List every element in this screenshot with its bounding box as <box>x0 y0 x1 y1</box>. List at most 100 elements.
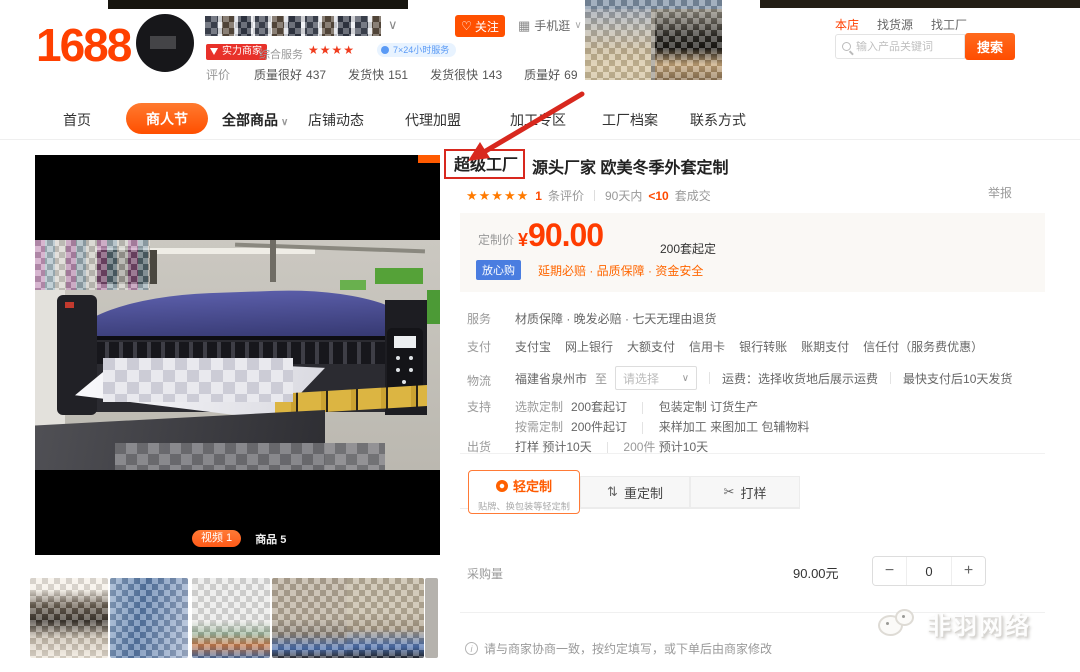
rating-label: 发货快 <box>348 68 384 82</box>
panel-button <box>402 380 406 384</box>
price-value: 90.00 <box>528 217 603 253</box>
search-icon <box>842 42 851 51</box>
mobile-browse[interactable]: ▦ 手机逛 ∨ <box>518 17 582 34</box>
pay-method[interactable]: 账期支付 <box>801 338 849 355</box>
negotiation-note: i 请与商家协商一致，按约定填写，或下单后由商家修改 <box>465 640 772 657</box>
panel-button <box>409 368 413 372</box>
tab-heavy-custom[interactable]: ⇅ 重定制 <box>580 476 690 508</box>
rating-label: 质量很好 <box>254 68 302 82</box>
pay-method[interactable]: 支付宝 <box>515 338 551 355</box>
main-product-video[interactable]: 视频 1 商品 5 <box>35 155 440 555</box>
store-ratings-row: 评价 质量很好437 发货快151 发货很快143 质量好69 <box>206 66 578 83</box>
destination-select[interactable]: 请选择 ∨ <box>615 366 697 390</box>
video-badge[interactable]: 视频 1 <box>192 530 241 547</box>
support-val: 200件起订 <box>571 420 627 434</box>
rating-count: 69 <box>564 68 577 82</box>
watermark: 非羽网络 <box>878 606 1031 641</box>
ship-to-label: 至 <box>595 370 607 387</box>
dispatch-info: 最快支付后10天发货 <box>903 370 1012 387</box>
deal-count: <10 <box>648 189 668 203</box>
sample-time: 预计10天 <box>542 440 591 454</box>
top-edge-strip <box>108 0 408 9</box>
nav-shop-updates[interactable]: 店铺动态 <box>308 110 364 130</box>
report-link[interactable]: 举报 <box>988 184 1012 201</box>
support-line-1: 选款定制 200套起订 包装定制 订货生产 <box>515 398 758 415</box>
info-icon: i <box>465 642 478 655</box>
payment-row-label: 支付 <box>467 338 491 355</box>
mobile-browse-label: 手机逛 <box>534 17 570 34</box>
thumbnail-2[interactable] <box>110 578 188 658</box>
nav-all-products[interactable]: 全部商品∨ <box>222 110 288 130</box>
support-line-2: 按需定制200件起订 来样加工 来图加工 包辅物料 <box>515 418 809 435</box>
tab-sampling-label: 打样 <box>740 483 766 502</box>
feiyu-logo-icon <box>878 607 920 641</box>
price-panel: 定制价 ¥90.00 200套起定 放心购 延期必赔 · 品质保障 · 资金安全 <box>460 213 1045 292</box>
pay-method[interactable]: 信任付（服务费优惠） <box>863 338 983 355</box>
thumbnail-5[interactable] <box>347 578 424 658</box>
follow-button[interactable]: ♡ 关注 <box>455 15 505 37</box>
store-name-blurred[interactable] <box>205 16 381 36</box>
chevron-down-icon[interactable]: ∨ <box>388 17 398 33</box>
green-panel <box>375 268 423 284</box>
payment-methods: 支付宝 网上银行 大额支付 信用卡 银行转账 账期支付 信任付（服务费优惠） <box>515 338 983 355</box>
nav-contact[interactable]: 联系方式 <box>690 110 746 130</box>
strength-badge-label: 实力商家 <box>222 46 262 57</box>
qty-input[interactable] <box>906 557 952 585</box>
rating-item: 质量好 69 <box>524 66 577 83</box>
search-button[interactable]: 搜索 <box>965 33 1015 60</box>
tab-light-custom[interactable]: 轻定制 贴牌、换包装等轻定制 <box>468 470 580 514</box>
panel-button <box>396 356 400 360</box>
divider <box>460 453 1045 454</box>
panel-button <box>396 368 400 372</box>
rating-label: 质量好 <box>524 68 560 82</box>
rating-count: 151 <box>388 68 408 82</box>
qty-plus-button[interactable]: + <box>952 557 985 585</box>
support-key: 选款定制 <box>515 400 563 414</box>
customization-tabs: 轻定制 贴牌、换包装等轻定制 ⇅ 重定制 ✂ 打样 <box>460 470 800 514</box>
thumbnail-1[interactable] <box>30 578 108 658</box>
review-count[interactable]: 1 <box>535 189 542 203</box>
rating-item: 发货很快143 <box>430 66 502 83</box>
thumbnail-6-partial[interactable] <box>425 578 438 658</box>
service-row-value: 材质保障 · 晚发必赔 · 七天无理由退货 <box>515 310 716 327</box>
search-scope-shop[interactable]: 本店 <box>835 16 859 33</box>
search-scope-source[interactable]: 找货源 <box>877 16 913 33</box>
search-scope-factory[interactable]: 找工厂 <box>931 16 967 33</box>
store-avatar[interactable] <box>136 14 194 72</box>
pay-method[interactable]: 大额支付 <box>627 338 675 355</box>
logo-1688[interactable]: 1688 <box>36 18 130 72</box>
assurance-badge[interactable]: 放心购 <box>476 260 521 280</box>
nav-factory-profile[interactable]: 工厂档案 <box>602 110 658 130</box>
pay-method[interactable]: 银行转账 <box>739 338 787 355</box>
heart-icon: ♡ <box>461 19 472 33</box>
mosaic-censor <box>103 358 293 402</box>
product-count-badge[interactable]: 商品 5 <box>255 531 286 547</box>
avatar-blur <box>150 36 176 49</box>
thumbnail-4[interactable] <box>272 578 349 658</box>
review-label[interactable]: 条评价 <box>548 187 584 204</box>
support-val: 200套起订 <box>571 400 627 414</box>
frame-artifact <box>418 155 440 163</box>
green-panel <box>340 280 366 290</box>
thumbnail-3[interactable] <box>192 578 270 658</box>
quantity-stepper[interactable]: − + <box>872 556 986 586</box>
support-extra: 包装定制 订货生产 <box>659 400 758 414</box>
tab-light-label: 轻定制 <box>513 476 552 495</box>
search-input[interactable] <box>856 41 958 53</box>
nav-home[interactable]: 首页 <box>63 110 91 130</box>
blur-overlay <box>585 0 722 80</box>
pay-method[interactable]: 信用卡 <box>689 338 725 355</box>
note-text: 请与商家协商一致，按约定填写，或下单后由商家修改 <box>484 640 772 657</box>
light-custom-icon <box>496 480 508 492</box>
tab-sampling[interactable]: ✂ 打样 <box>690 476 800 508</box>
nav-merchant-festival[interactable]: 商人节 <box>126 103 208 134</box>
rating-item: 发货快 151 <box>348 66 408 83</box>
product-star-rating: ★★★★★ <box>466 188 529 204</box>
search-box[interactable] <box>835 34 965 59</box>
chevron-down-icon: ∨ <box>574 20 581 31</box>
pay-method[interactable]: 网上银行 <box>565 338 613 355</box>
ratings-label: 评价 <box>206 66 230 83</box>
qty-minus-button[interactable]: − <box>873 557 906 585</box>
purchase-qty-label: 采购量 <box>467 565 503 582</box>
support-key: 按需定制 <box>515 420 563 434</box>
